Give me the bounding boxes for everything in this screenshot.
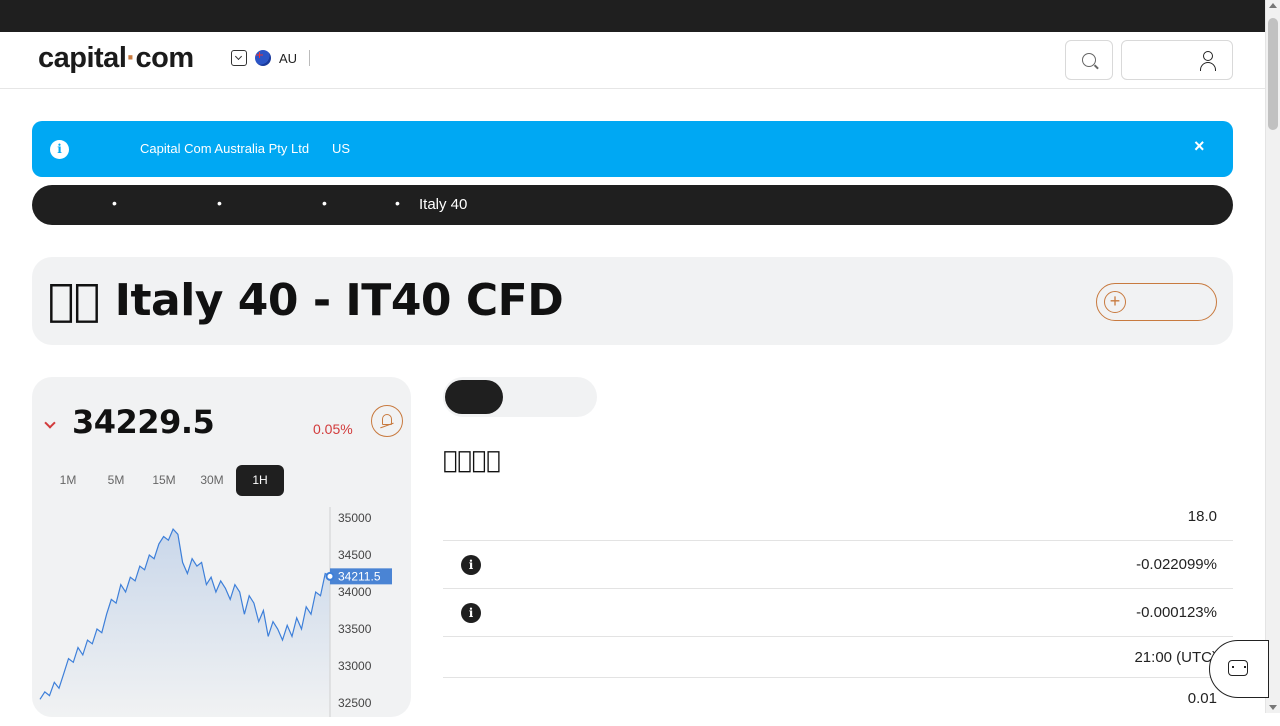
- detail-row: 21:00 (UTC): [443, 637, 1233, 678]
- top-strip: [0, 0, 1265, 32]
- detail-value: -0.022099%: [1136, 556, 1217, 573]
- info-icon[interactable]: i: [461, 603, 481, 623]
- price-alert-button[interactable]: [371, 405, 403, 437]
- add-to-watchlist-button[interactable]: +: [1096, 283, 1217, 321]
- detail-value: -0.000123%: [1136, 604, 1217, 621]
- logo-tld: com: [135, 42, 195, 74]
- logo-dot: ·: [126, 42, 136, 74]
- y-tick-label: 33000: [338, 659, 372, 673]
- price-chart-card: 34229.5 0.05% 1M 5M 15M 30M 1H 35000 3450…: [32, 377, 411, 717]
- breadcrumb-separator: •: [395, 195, 400, 211]
- trading-details-list: 18.0 i -0.022099% i -0.000123% 21:00 (UT…: [443, 493, 1233, 726]
- breadcrumb-separator: •: [112, 195, 117, 211]
- chart-area-fill: [40, 529, 330, 717]
- banner-company: Capital Com Australia Pty Ltd: [140, 141, 310, 156]
- divider: [309, 50, 311, 66]
- breadcrumb-current: Italy 40: [419, 196, 468, 213]
- banner-country: US: [332, 141, 351, 156]
- page-title:    Italy 40 - IT40 CFD: [48, 275, 564, 326]
- live-chat-button[interactable]: [1209, 640, 1269, 698]
- info-icon[interactable]: i: [461, 555, 481, 575]
- account-button[interactable]: [1121, 40, 1233, 80]
- detail-row: i -0.000123%: [443, 589, 1233, 637]
- close-icon[interactable]: ×: [1194, 136, 1205, 157]
- detail-value: 18.0: [1187, 508, 1217, 525]
- page-scrollbar[interactable]: [1265, 0, 1280, 713]
- view-toggle[interactable]: [443, 377, 597, 417]
- info-icon: i: [50, 140, 69, 159]
- price-change: 0.05%: [313, 421, 353, 437]
- capital-com-logo[interactable]: capital·com: [38, 42, 194, 75]
- scroll-up-arrow-icon[interactable]: [1269, 3, 1277, 8]
- current-value-dot: [325, 571, 335, 581]
- timeframe-tab[interactable]: 15M: [140, 465, 188, 496]
- chat-icon: [1228, 660, 1248, 676]
- site-header: capital·com AU: [0, 32, 1265, 89]
- y-tick-label: 34000: [338, 585, 372, 599]
- chevron-down-icon: [231, 50, 247, 66]
- breadcrumb-separator: •: [322, 195, 327, 211]
- price-chart[interactable]: 35000 34500 34000 33500 33000 32500 34211.5: [32, 507, 411, 717]
- timeframe-tab[interactable]: 5M: [92, 465, 140, 496]
- timeframe-tabs: 1M 5M 15M 30M 1H: [44, 465, 284, 496]
- chevron-down-icon: [44, 417, 56, 429]
- instrument-title-card:    Italy 40 - IT40 CFD +: [32, 257, 1233, 345]
- detail-value: 21:00 (UTC): [1134, 649, 1217, 666]
- details-section-title:     : [443, 446, 501, 474]
- current-value-label: 34211.5: [338, 569, 381, 583]
- plus-circle-icon: +: [1104, 291, 1126, 313]
- logo-text: capital: [38, 42, 127, 74]
- detail-row: 18.0: [443, 493, 1233, 541]
- breadcrumb-separator: •: [217, 195, 222, 211]
- y-tick-label: 34500: [338, 548, 372, 562]
- region-code: AU: [279, 50, 298, 66]
- search-icon-handle: [1094, 64, 1099, 70]
- scroll-down-arrow-icon[interactable]: [1269, 705, 1277, 710]
- y-tick-label: 33500: [338, 622, 372, 636]
- user-icon: [1203, 51, 1213, 61]
- detail-row: i -0.022099%: [443, 541, 1233, 589]
- detail-row: 0.01: [443, 678, 1233, 726]
- user-icon-body: [1200, 62, 1216, 71]
- scroll-thumb[interactable]: [1268, 18, 1278, 130]
- regulatory-banner: i Capital Com Australia Pty Ltd US ×: [32, 121, 1233, 177]
- region-selector[interactable]: AU: [231, 50, 311, 66]
- toggle-knob[interactable]: [445, 380, 503, 414]
- search-button[interactable]: [1065, 40, 1113, 80]
- y-tick-label: 35000: [338, 511, 372, 525]
- current-price: 34229.5: [72, 403, 215, 441]
- timeframe-tab[interactable]: 1M: [44, 465, 92, 496]
- y-tick-label: 32500: [338, 696, 372, 710]
- timeframe-tab[interactable]: 30M: [188, 465, 236, 496]
- australia-flag-icon: [255, 50, 271, 66]
- timeframe-tab-active[interactable]: 1H: [236, 465, 284, 496]
- breadcrumb: • • • • Italy 40: [32, 185, 1233, 225]
- detail-value: 0.01: [1187, 690, 1217, 707]
